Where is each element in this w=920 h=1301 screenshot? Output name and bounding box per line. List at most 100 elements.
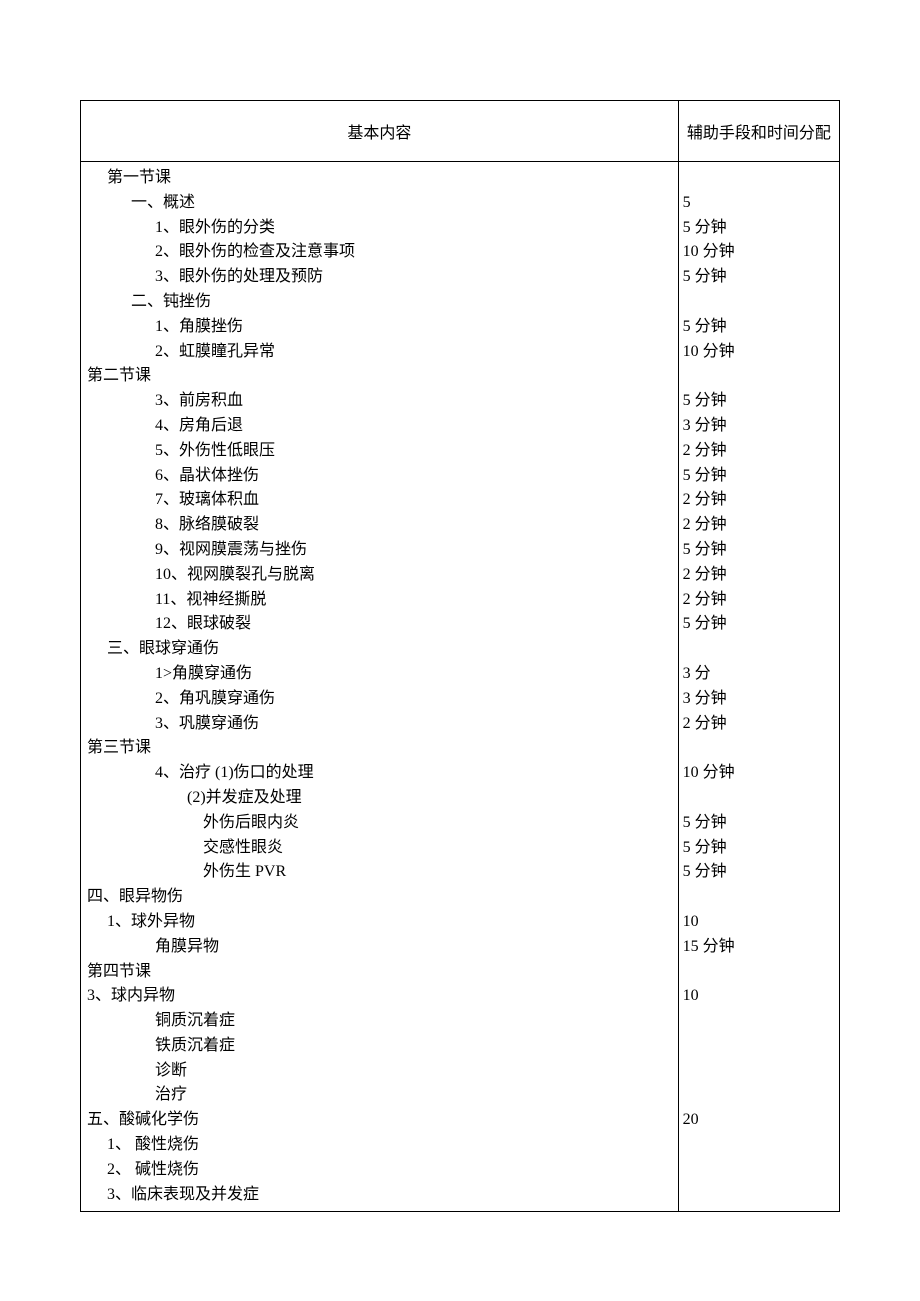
time-value: 10 分钟 [681, 761, 837, 786]
outline-text: 角膜异物 [155, 935, 219, 960]
outline-text: 外伤后眼内炎 [203, 811, 299, 836]
outline-text: 二、钝挫伤 [131, 290, 211, 315]
outline-row: 第二节课 [83, 364, 676, 389]
outline-text: 铜质沉着症 [155, 1009, 235, 1034]
outline-text: 3、临床表现及并发症 [107, 1183, 259, 1208]
header-time: 辅助手段和时间分配 [678, 101, 839, 162]
outline-text: 11、视神经撕脱 [155, 588, 266, 613]
outline-row: 3、眼外伤的处理及预防 [83, 265, 676, 290]
time-value [681, 637, 837, 662]
time-value [681, 290, 837, 315]
time-value: 5 分钟 [681, 216, 837, 241]
time-value: 5 分钟 [681, 315, 837, 340]
outline-row: 铁质沉着症 [83, 1034, 676, 1059]
outline-row: 角膜异物 [83, 935, 676, 960]
time-value: 5 分钟 [681, 860, 837, 885]
outline-row: 第一节课 [83, 166, 676, 191]
time-value: 3 分钟 [681, 687, 837, 712]
outline-row: 铜质沉着症 [83, 1009, 676, 1034]
outline-text: 8、脉络膜破裂 [155, 513, 259, 538]
outline-text: 一、概述 [131, 191, 195, 216]
time-value: 20 [681, 1108, 837, 1133]
time-value: 2 分钟 [681, 588, 837, 613]
time-value [681, 166, 837, 191]
time-value: 3 分钟 [681, 414, 837, 439]
time-value: 5 [681, 191, 837, 216]
outline-row: 1、球外异物 [83, 910, 676, 935]
outline-text: 四、眼异物伤 [87, 885, 183, 910]
time-value: 5 分钟 [681, 538, 837, 563]
time-value: 10 分钟 [681, 240, 837, 265]
outline-row: 12、眼球破裂 [83, 612, 676, 637]
time-value: 2 分钟 [681, 563, 837, 588]
outline-text: 1、眼外伤的分类 [155, 216, 275, 241]
outline-text: 3、球内异物 [87, 984, 175, 1009]
outline-row: 2、 碱性烧伤 [83, 1158, 676, 1183]
time-value: 10 [681, 984, 837, 1009]
outline-row: 8、脉络膜破裂 [83, 513, 676, 538]
outline-text: (2)并发症及处理 [179, 786, 302, 811]
time-value [681, 1009, 837, 1034]
outline-text: 1、球外异物 [107, 910, 195, 935]
time-value: 5 分钟 [681, 389, 837, 414]
time-value: 5 分钟 [681, 464, 837, 489]
outline-text: 铁质沉着症 [155, 1034, 235, 1059]
outline-text: 1、角膜挫伤 [155, 315, 243, 340]
outline-row: 3、球内异物 [83, 984, 676, 1009]
outline-row: 1、眼外伤的分类 [83, 216, 676, 241]
outline-row: 五、酸碱化学伤 [83, 1108, 676, 1133]
outline-row: 3、巩膜穿通伤 [83, 712, 676, 737]
outline-row: 2、角巩膜穿通伤 [83, 687, 676, 712]
outline-row: 1、角膜挫伤 [83, 315, 676, 340]
time-value: 5 分钟 [681, 811, 837, 836]
outline-row: 诊断 [83, 1059, 676, 1084]
time-value: 5 分钟 [681, 265, 837, 290]
outline-text: 2、 碱性烧伤 [107, 1158, 199, 1183]
outline-text: 五、酸碱化学伤 [87, 1108, 199, 1133]
outline-text: 4、治疗 (1)伤口的处理 [155, 761, 314, 786]
time-value [681, 736, 837, 761]
time-value [681, 364, 837, 389]
outline-text: 1>角膜穿通伤 [155, 662, 252, 687]
outline-text: 诊断 [155, 1059, 187, 1084]
outline-row: 4、房角后退 [83, 414, 676, 439]
time-value [681, 1083, 837, 1108]
outline-row: 1>角膜穿通伤 [83, 662, 676, 687]
outline-row: 3、前房积血 [83, 389, 676, 414]
time-value: 5 分钟 [681, 836, 837, 861]
header-content: 基本内容 [81, 101, 679, 162]
time-value [681, 1158, 837, 1183]
time-value [681, 1183, 837, 1208]
outline-row: 一、概述 [83, 191, 676, 216]
time-value [681, 885, 837, 910]
outline-table: 基本内容 辅助手段和时间分配 第一节课一、概述1、眼外伤的分类2、眼外伤的检查及… [80, 100, 840, 1212]
outline-text: 7、玻璃体积血 [155, 488, 259, 513]
outline-row: 7、玻璃体积血 [83, 488, 676, 513]
outline-text: 6、晶状体挫伤 [155, 464, 259, 489]
time-value: 2 分钟 [681, 513, 837, 538]
outline-text: 3、眼外伤的处理及预防 [155, 265, 323, 290]
outline-row: 6、晶状体挫伤 [83, 464, 676, 489]
outline-row: 11、视神经撕脱 [83, 588, 676, 613]
outline-text: 12、眼球破裂 [155, 612, 251, 637]
outline-text: 2、角巩膜穿通伤 [155, 687, 275, 712]
outline-text: 10、视网膜裂孔与脱离 [155, 563, 315, 588]
outline-row: 治疗 [83, 1083, 676, 1108]
content-cell: 第一节课一、概述1、眼外伤的分类2、眼外伤的检查及注意事项3、眼外伤的处理及预防… [81, 162, 679, 1212]
time-value [681, 960, 837, 985]
outline-text: 3、前房积血 [155, 389, 243, 414]
outline-row: 9、视网膜震荡与挫伤 [83, 538, 676, 563]
time-value: 10 分钟 [681, 340, 837, 365]
outline-text: 第三节课 [87, 736, 151, 761]
outline-text: 9、视网膜震荡与挫伤 [155, 538, 307, 563]
time-value [681, 1059, 837, 1084]
time-value [681, 1133, 837, 1158]
time-value [681, 786, 837, 811]
time-cell: 55 分钟10 分钟5 分钟 5 分钟10 分钟 5 分钟3 分钟2 分钟5 分… [678, 162, 839, 1212]
time-value: 10 [681, 910, 837, 935]
time-value: 5 分钟 [681, 612, 837, 637]
outline-row: 第三节课 [83, 736, 676, 761]
outline-text: 1、 酸性烧伤 [107, 1133, 199, 1158]
time-value: 3 分 [681, 662, 837, 687]
outline-text: 三、眼球穿通伤 [107, 637, 219, 662]
